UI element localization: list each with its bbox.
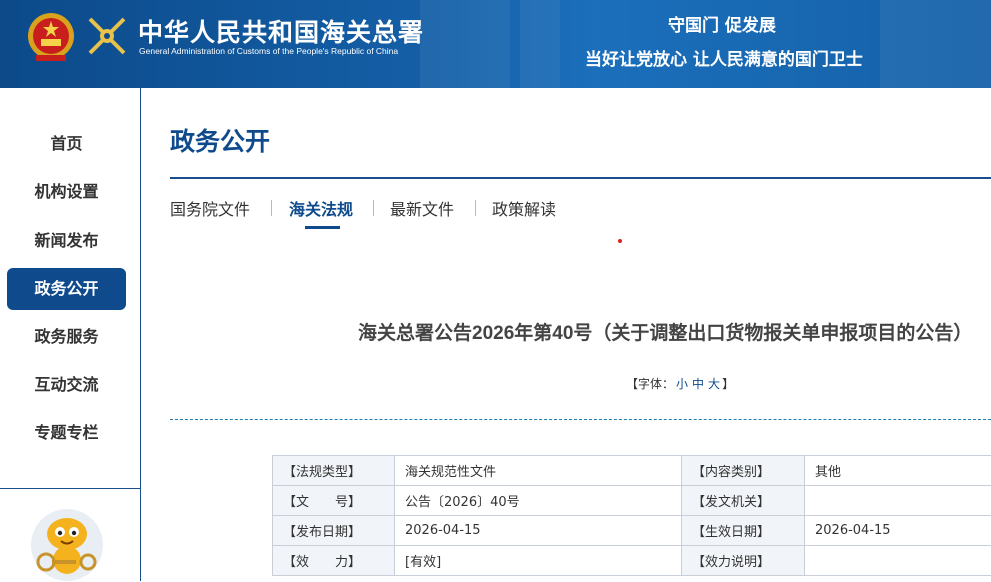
sidebar-item-news[interactable]: 新闻发布: [7, 220, 126, 262]
document-title: 海关总署公告2026年第40号（关于调整出口货物报关单申报项目的公告）: [358, 318, 972, 345]
customs-badge-icon[interactable]: [84, 13, 130, 59]
sidebar-item-home[interactable]: 首页: [7, 123, 126, 165]
sidebar-item-services[interactable]: 政务服务: [7, 316, 126, 358]
meta-value-content-category: 其他: [805, 456, 991, 486]
font-size-medium-button[interactable]: 中: [690, 377, 706, 391]
header-building-bg: [520, 0, 560, 88]
table-row: 【效 力】 [有效] 【效力说明】: [273, 546, 991, 576]
table-row: 【法规类型】 海关规范性文件 【内容类别】 其他: [273, 456, 991, 486]
meta-value-document-number: 公告〔2026〕40号: [395, 486, 682, 516]
sidebar-item-interaction[interactable]: 互动交流: [7, 364, 126, 406]
table-row: 【发布日期】 2026-04-15 【生效日期】 2026-04-15: [273, 516, 991, 546]
header-building-bg: [420, 0, 510, 88]
meta-label-publish-date: 【发布日期】: [273, 516, 395, 546]
section-title: 政务公开: [170, 122, 270, 158]
sidebar-nav: 首页 机构设置 新闻发布 政务公开 政务服务 互动交流 专题专栏: [0, 88, 141, 581]
site-subtitle: General Administration of Customs of the…: [139, 46, 398, 56]
meta-label-issuing-authority: 【发文机关】: [682, 486, 805, 516]
site-title[interactable]: 中华人民共和国海关总署: [138, 13, 424, 49]
tab-policy-interpretation[interactable]: 政策解读: [492, 196, 556, 220]
meta-value-effective-date: 2026-04-15: [805, 516, 991, 546]
header-building-bg: [880, 0, 991, 88]
sidebar-divider: [0, 488, 140, 489]
sidebar-item-special-topics[interactable]: 专题专栏: [7, 412, 126, 454]
red-dot-marker: [618, 239, 622, 243]
document-metadata-table: 【法规类型】 海关规范性文件 【内容类别】 其他 【文 号】 公告〔2026〕4…: [272, 455, 991, 576]
slogan-line-1: 守国门 促发展: [668, 11, 776, 36]
meta-value-validity-note: [805, 546, 991, 576]
meta-label-effective-date: 【生效日期】: [682, 516, 805, 546]
meta-label-validity-note: 【效力说明】: [682, 546, 805, 576]
tab-latest-docs[interactable]: 最新文件: [390, 196, 454, 220]
national-emblem-icon[interactable]: [26, 9, 76, 65]
font-size-prefix: 【字体：: [626, 377, 674, 391]
active-tab-indicator: [305, 226, 340, 229]
meta-value-regulation-type: 海关规范性文件: [395, 456, 682, 486]
tab-separator: [475, 200, 476, 216]
sidebar-item-organization[interactable]: 机构设置: [7, 171, 126, 213]
meta-value-publish-date: 2026-04-15: [395, 516, 682, 546]
font-size-control: 【字体：小中大】: [626, 375, 734, 392]
meta-value-issuing-authority: [805, 486, 991, 516]
tab-state-council-docs[interactable]: 国务院文件: [170, 196, 250, 220]
mascot-icon[interactable]: [30, 508, 104, 582]
table-row: 【文 号】 公告〔2026〕40号 【发文机关】: [273, 486, 991, 516]
font-size-suffix: 】: [722, 377, 734, 391]
sidebar-item-government-affairs[interactable]: 政务公开: [7, 268, 126, 310]
meta-value-validity: [有效]: [395, 546, 682, 576]
meta-label-regulation-type: 【法规类型】: [273, 456, 395, 486]
dashed-divider: [170, 419, 991, 420]
tab-separator: [271, 200, 272, 216]
site-header: 中华人民共和国海关总署 General Administration of Cu…: [0, 0, 991, 88]
slogan-line-2: 当好让党放心 让人民满意的国门卫士: [585, 45, 863, 70]
font-size-large-button[interactable]: 大: [706, 377, 722, 391]
meta-label-content-category: 【内容类别】: [682, 456, 805, 486]
font-size-small-button[interactable]: 小: [674, 377, 690, 391]
title-divider: [170, 177, 991, 179]
meta-label-validity: 【效 力】: [273, 546, 395, 576]
meta-label-document-number: 【文 号】: [273, 486, 395, 516]
tab-separator: [373, 200, 374, 216]
tab-customs-regulations[interactable]: 海关法规: [289, 196, 353, 220]
